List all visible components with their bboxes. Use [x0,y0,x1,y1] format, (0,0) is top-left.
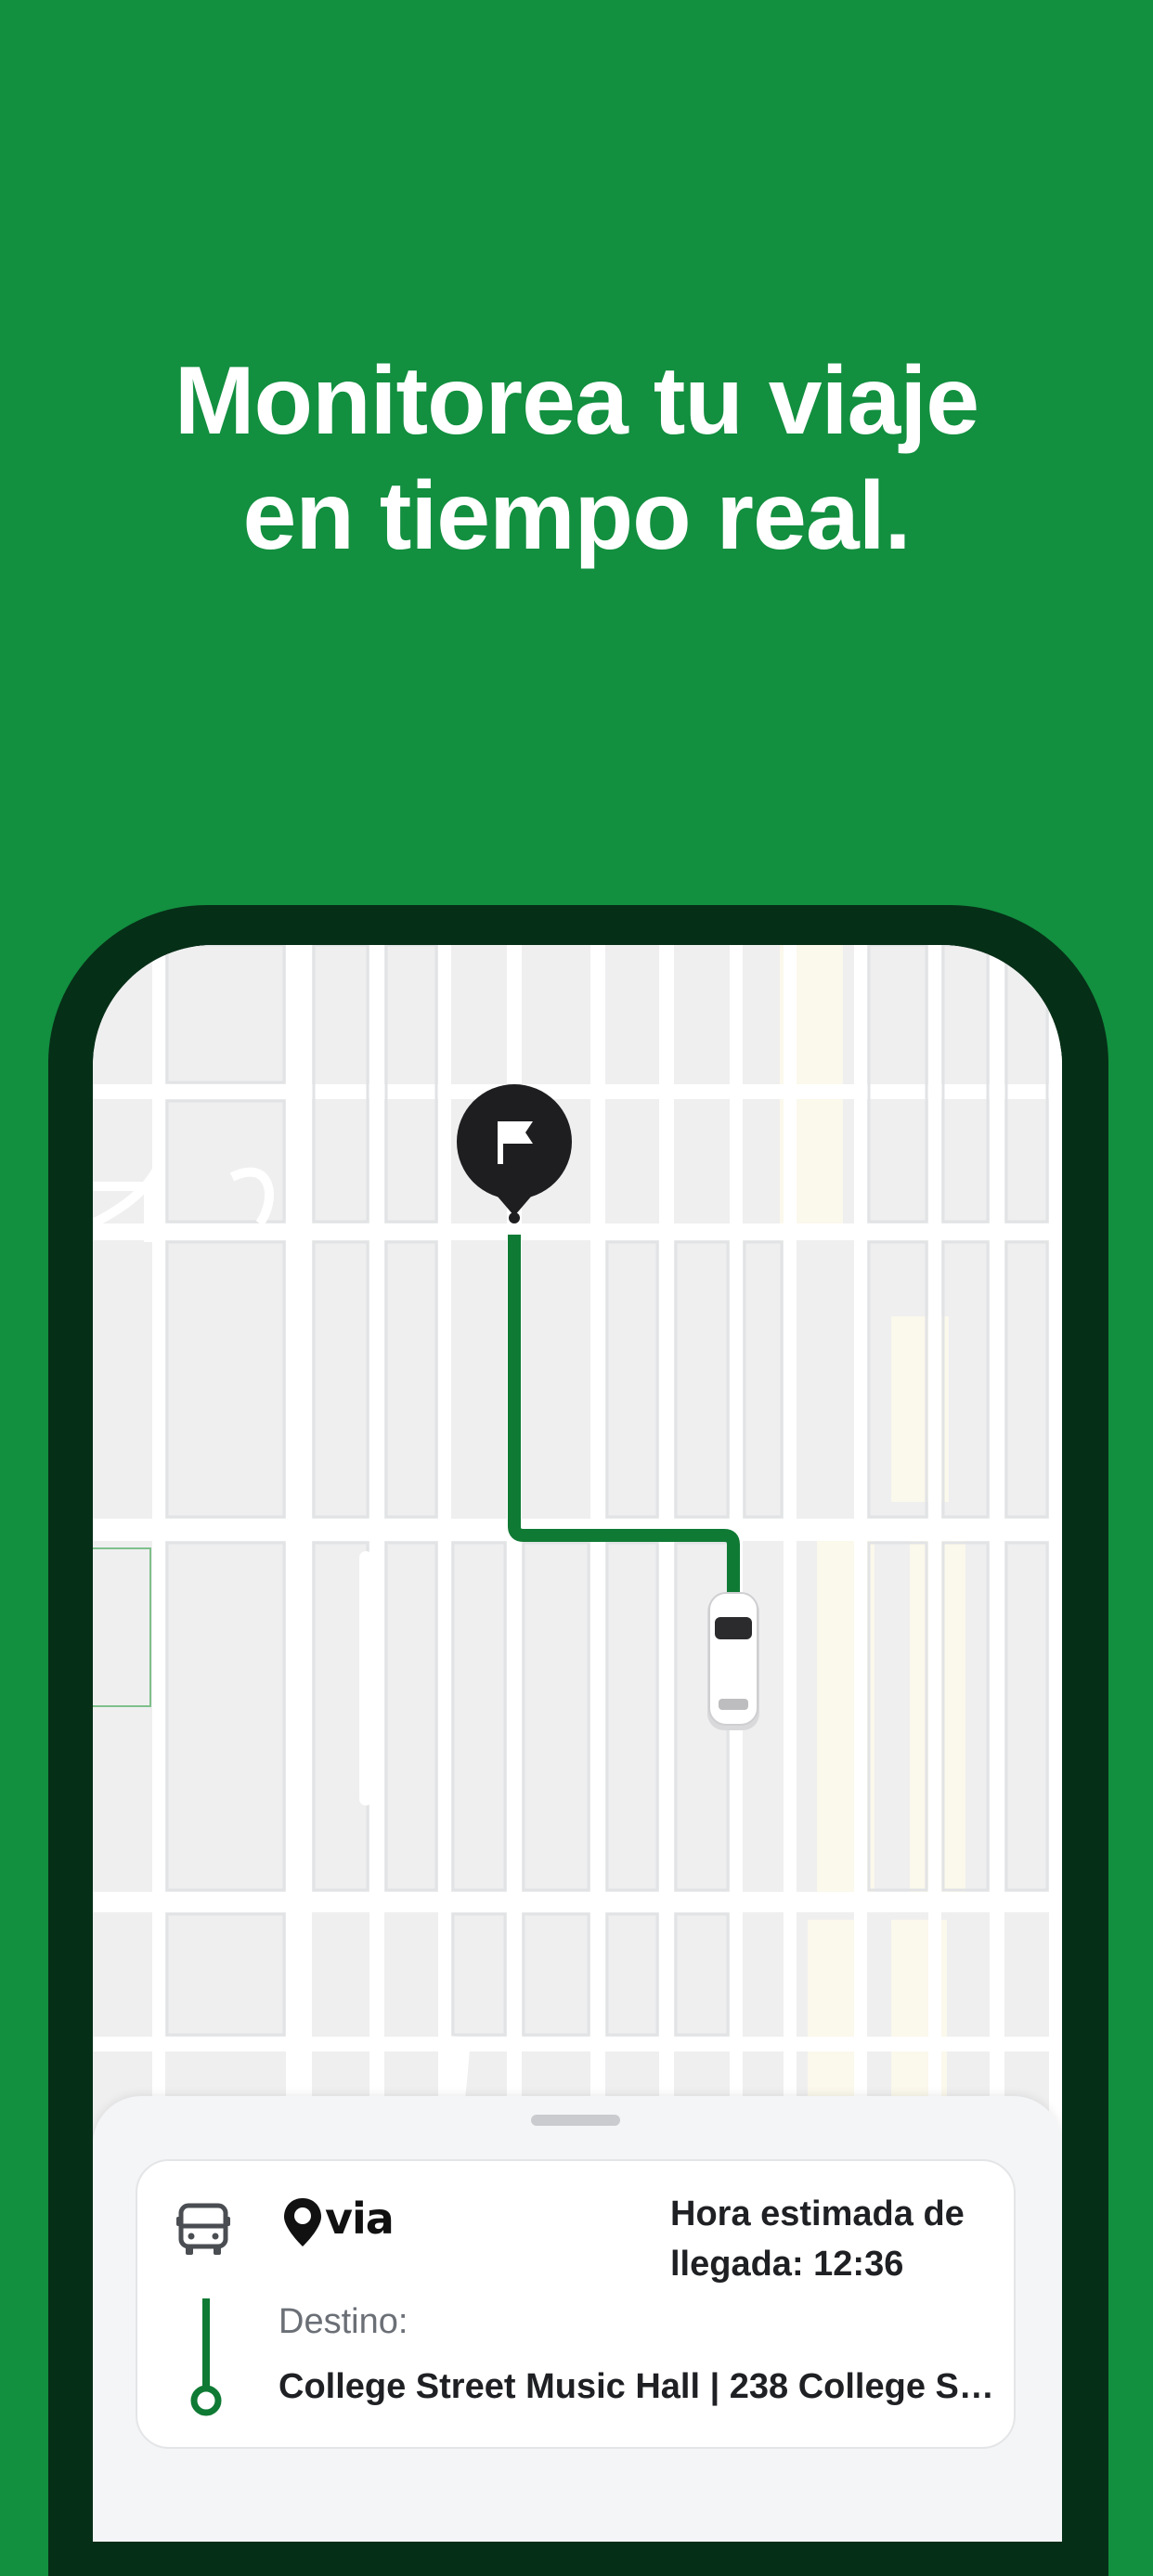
route-progress-icon [190,2298,222,2416]
headline: Monitorea tu viaje en tiempo real. [0,343,1153,574]
via-logo: via [282,2194,395,2248]
trip-bottom-sheet[interactable]: via Hora estimada de llegada: 12:36 Dest… [93,2096,1062,2542]
trip-card[interactable]: via Hora estimada de llegada: 12:36 Dest… [136,2159,1016,2449]
phone-screen: via Hora estimada de llegada: 12:36 Dest… [93,945,1062,2542]
destination-value: College Street Music Hall | 238 College … [279,2367,1003,2406]
bus-icon [176,2203,230,2255]
eta-text: Hora estimada de llegada: 12:36 [670,2194,965,2284]
via-logo-text: via [325,2194,395,2244]
headline-line-2: en tiempo real. [242,462,912,570]
location-pin-icon [284,2198,321,2246]
car-icon [707,1592,759,1730]
sheet-grabber[interactable] [531,2115,620,2126]
headline-line-1: Monitorea tu viaje [174,347,979,455]
destination-label: Destino: [279,2302,408,2341]
